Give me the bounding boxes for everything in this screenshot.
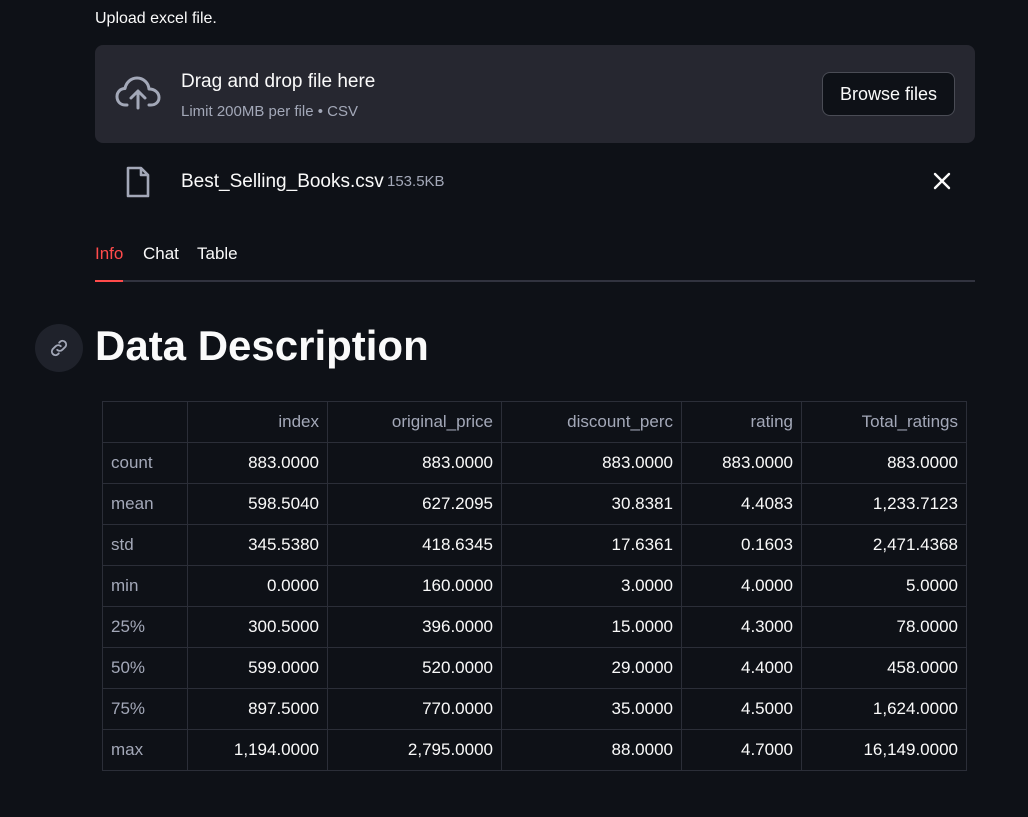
table-cell: 345.5380 [187,524,328,566]
table-row: max 1,194.0000 2,795.0000 88.0000 4.7000… [102,729,967,771]
table-cell: 883.0000 [681,442,802,484]
link-icon [50,339,68,357]
table-cell: 5.0000 [801,565,967,607]
table-cell: 0.1603 [681,524,802,566]
table-cell: 78.0000 [801,606,967,648]
file-dropzone[interactable]: Drag and drop file here Limit 200MB per … [95,45,975,143]
remove-file-close-icon[interactable] [931,170,953,192]
file-size: 153.5KB [387,173,445,190]
tab-table[interactable]: Table [197,244,238,264]
table-cell: 883.0000 [327,442,502,484]
uploaded-file-item: Best_Selling_Books.csv 153.5KB [95,158,975,204]
table-cell: 4.3000 [681,606,802,648]
column-header: index [187,401,328,443]
row-label: std [102,524,188,566]
table-cell: 35.0000 [501,688,682,730]
row-label: min [102,565,188,607]
upload-label: Upload excel file. [95,10,217,27]
table-cell: 599.0000 [187,647,328,689]
table-cell: 4.4083 [681,483,802,525]
tab-bar: Info Chat Table [95,236,975,282]
table-cell: 17.6361 [501,524,682,566]
table-row: 25% 300.5000 396.0000 15.0000 4.3000 78.… [102,606,967,648]
table-cell: 396.0000 [327,606,502,648]
table-cell: 883.0000 [187,442,328,484]
data-description-table: index original_price discount_perc ratin… [102,401,967,771]
table-cell: 883.0000 [501,442,682,484]
anchor-link-button[interactable] [35,324,83,372]
table-row: min 0.0000 160.0000 3.0000 4.0000 5.0000 [102,565,967,607]
table-row: mean 598.5040 627.2095 30.8381 4.4083 1,… [102,483,967,525]
dropzone-title: Drag and drop file here [181,71,376,92]
table-cell: 0.0000 [187,565,328,607]
table-cell: 16,149.0000 [801,729,967,771]
table-cell: 627.2095 [327,483,502,525]
table-cell: 520.0000 [327,647,502,689]
active-tab-indicator [95,280,123,282]
table-cell: 4.7000 [681,729,802,771]
page-title: Data Description [95,322,429,369]
table-cell: 418.6345 [327,524,502,566]
column-header: rating [681,401,802,443]
table-cell: 15.0000 [501,606,682,648]
table-cell: 1,194.0000 [187,729,328,771]
table-cell: 4.0000 [681,565,802,607]
column-header: original_price [327,401,502,443]
row-label: max [102,729,188,771]
row-label: 75% [102,688,188,730]
table-cell: 160.0000 [327,565,502,607]
table-cell: 598.5040 [187,483,328,525]
row-label: count [102,442,188,484]
table-cell: 883.0000 [801,442,967,484]
table-row: 75% 897.5000 770.0000 35.0000 4.5000 1,6… [102,688,967,730]
column-header: Total_ratings [801,401,967,443]
cloud-upload-icon [115,76,161,110]
table-cell: 88.0000 [501,729,682,771]
row-label: 50% [102,647,188,689]
table-row: count 883.0000 883.0000 883.0000 883.000… [102,442,967,484]
column-header: discount_perc [501,401,682,443]
dropzone-limit-text: Limit 200MB per file • CSV [181,103,358,120]
table-cell: 2,471.4368 [801,524,967,566]
row-label: mean [102,483,188,525]
table-cell: 2,795.0000 [327,729,502,771]
file-icon [126,166,150,198]
table-cell: 1,233.7123 [801,483,967,525]
table-row: std 345.5380 418.6345 17.6361 0.1603 2,4… [102,524,967,566]
tab-info[interactable]: Info [95,244,123,264]
table-cell: 30.8381 [501,483,682,525]
row-label: 25% [102,606,188,648]
browse-files-button[interactable]: Browse files [822,72,955,116]
column-header [102,401,188,443]
table-cell: 770.0000 [327,688,502,730]
table-cell: 4.4000 [681,647,802,689]
file-name: Best_Selling_Books.csv [181,171,384,192]
table-header-row: index original_price discount_perc ratin… [102,401,967,443]
table-cell: 897.5000 [187,688,328,730]
table-cell: 300.5000 [187,606,328,648]
table-cell: 458.0000 [801,647,967,689]
table-row: 50% 599.0000 520.0000 29.0000 4.4000 458… [102,647,967,689]
table-cell: 29.0000 [501,647,682,689]
table-cell: 1,624.0000 [801,688,967,730]
table-cell: 4.5000 [681,688,802,730]
table-cell: 3.0000 [501,565,682,607]
tab-chat[interactable]: Chat [143,244,179,264]
